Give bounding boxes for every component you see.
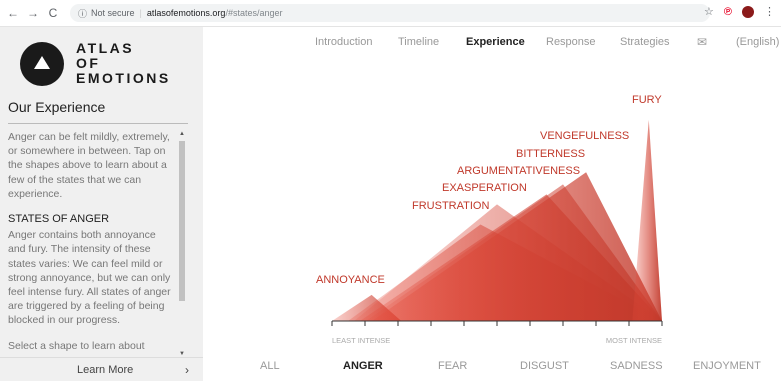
anger-intensity-chart: ANNOYANCE FRUSTRATION EXASPERATION ARGUMENT… <box>316 94 663 345</box>
emotion-tabs: ALL ANGER FEAR DISGUST SADNESS ENJOYMENT <box>0 360 781 374</box>
peak-label-vengefulness[interactable]: VENGEFULNESS <box>540 130 629 142</box>
peak-label-frustration[interactable]: FRUSTRATION <box>412 200 489 212</box>
tab-enjoyment[interactable]: ENJOYMENT <box>693 360 761 372</box>
peak-label-fury[interactable]: FURY <box>632 94 662 106</box>
peak-label-bitterness[interactable]: BITTERNESS <box>516 148 585 160</box>
axis-label-most: MOST INTENSE <box>606 336 662 345</box>
peak-label-exasperation[interactable]: EXASPERATION <box>442 182 527 194</box>
peak-fury[interactable] <box>632 120 662 321</box>
tab-fear[interactable]: FEAR <box>438 360 467 372</box>
tab-anger[interactable]: ANGER <box>343 360 383 372</box>
peak-label-annoyance[interactable]: ANNOYANCE <box>316 274 385 286</box>
peak-vengefulness[interactable] <box>372 172 662 321</box>
peak-label-argumentativeness[interactable]: ARGUMENTATIVENESS <box>457 165 580 177</box>
axis-label-least: LEAST INTENSE <box>332 336 390 345</box>
tab-all[interactable]: ALL <box>260 360 280 372</box>
tab-disgust[interactable]: DISGUST <box>520 360 569 372</box>
tab-sadness[interactable]: SADNESS <box>610 360 663 372</box>
